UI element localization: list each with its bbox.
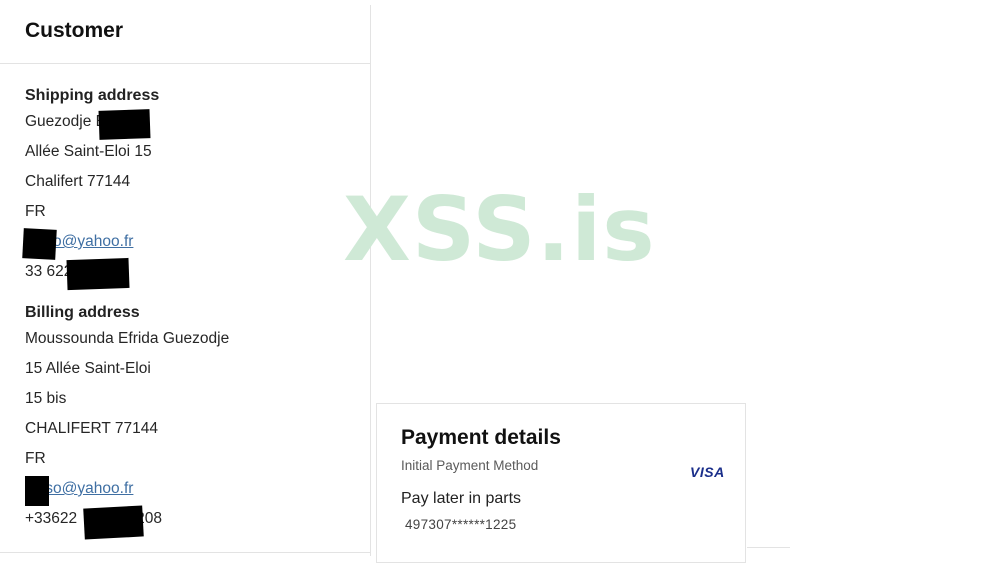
redaction-mark: [22, 228, 57, 260]
shipping-address-label: Shipping address: [25, 87, 160, 104]
billing-country: FR: [25, 450, 46, 467]
redaction-mark: [25, 476, 49, 506]
customer-panel: Customer Shipping address Guezodje E All…: [0, 5, 371, 556]
visa-icon: VISA: [690, 464, 725, 480]
billing-name: Moussounda Efrida Guezodje: [25, 330, 230, 347]
billing-phone-start: +33622: [25, 510, 78, 527]
billing-street2: 15 bis: [25, 390, 67, 407]
payment-details-card: Payment details Initial Payment Method V…: [376, 403, 746, 563]
billing-city: CHALIFERT 77144: [25, 420, 158, 437]
shipping-city: Chalifert 77144: [25, 173, 131, 190]
redaction-mark: [83, 505, 144, 540]
payment-subtitle: Initial Payment Method: [401, 458, 539, 473]
watermark: XSS.is: [343, 178, 656, 281]
shipping-country: FR: [25, 203, 46, 220]
card-number: 497307******1225: [405, 517, 517, 532]
divider-stub: [747, 547, 790, 548]
shipping-name: Guezodje E: [25, 113, 106, 130]
billing-street: 15 Allée Saint-Eloi: [25, 360, 151, 377]
billing-address-label: Billing address: [25, 304, 140, 321]
redaction-mark: [98, 109, 151, 140]
shipping-street: Allée Saint-Eloi 15: [25, 143, 152, 160]
payment-title: Payment details: [401, 426, 561, 449]
billing-email[interactable]: tso@yahoo.fr: [41, 480, 133, 498]
redaction-mark: [66, 257, 130, 291]
payment-method: Pay later in parts: [401, 490, 522, 507]
customer-divider: [0, 63, 370, 64]
shipping-phone: 33 622: [25, 263, 73, 280]
customer-title: Customer: [25, 19, 124, 42]
billing-email-link[interactable]: tso@yahoo.fr: [41, 480, 133, 497]
customer-divider-bottom: [0, 552, 370, 553]
